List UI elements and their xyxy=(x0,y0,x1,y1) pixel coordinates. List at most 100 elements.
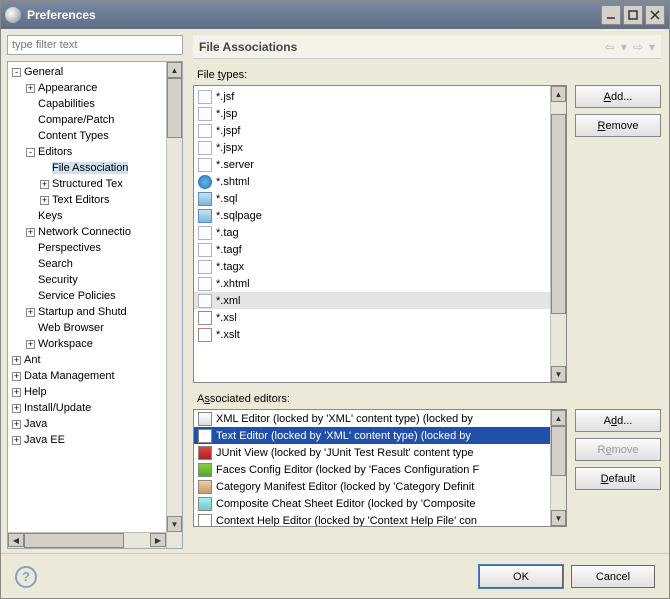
editor-item[interactable]: Composite Cheat Sheet Editor (locked by … xyxy=(194,495,566,512)
tree-item[interactable]: Perspectives xyxy=(8,240,182,256)
ok-button[interactable]: OK xyxy=(479,565,563,588)
tree-item[interactable]: Service Policies xyxy=(8,288,182,304)
editor-item[interactable]: Context Help Editor (locked by 'Context … xyxy=(194,512,566,527)
expand-icon[interactable]: + xyxy=(12,420,21,429)
expand-icon[interactable]: + xyxy=(12,356,21,365)
editor-item[interactable]: Text Editor (locked by 'XML' content typ… xyxy=(194,427,566,444)
editor-item[interactable]: XML Editor (locked by 'XML' content type… xyxy=(194,410,566,427)
expand-icon[interactable]: + xyxy=(26,340,35,349)
file-type-item[interactable]: *.sqlpage xyxy=(194,207,566,224)
preferences-tree-panel: -General+AppearanceCapabilitiesCompare/P… xyxy=(1,29,187,553)
tree-item-label: File Association xyxy=(52,162,128,174)
tree-item[interactable]: Search xyxy=(8,256,182,272)
editor-item[interactable]: Faces Config Editor (locked by 'Faces Co… xyxy=(194,461,566,478)
add-file-type-button[interactable]: Add... xyxy=(575,85,661,108)
file-type-item[interactable]: *.jsf xyxy=(194,88,566,105)
file-types-list[interactable]: *.jsf*.jsp*.jspf*.jspx*.server*.shtml*.s… xyxy=(193,85,567,383)
collapse-icon[interactable]: - xyxy=(12,68,21,77)
nav-back-menu-icon[interactable]: ▾ xyxy=(621,40,627,54)
close-button[interactable] xyxy=(645,5,665,25)
tree-item[interactable]: Security xyxy=(8,272,182,288)
tree-item[interactable]: Compare/Patch xyxy=(8,112,182,128)
expand-icon[interactable]: + xyxy=(12,372,21,381)
expand-icon[interactable]: + xyxy=(26,308,35,317)
editor-label: Context Help Editor (locked by 'Context … xyxy=(216,515,477,527)
nav-back-icon[interactable]: ⇦ xyxy=(605,40,615,54)
filter-input[interactable] xyxy=(7,35,183,55)
add-editor-button[interactable]: Add... xyxy=(575,409,661,432)
editor-icon xyxy=(198,446,212,460)
page-header: File Associations ⇦ ▾ ⇨ ▾ xyxy=(193,35,661,59)
expand-icon[interactable]: + xyxy=(12,436,21,445)
file-type-item[interactable]: *.tagx xyxy=(194,258,566,275)
file-type-label: *.jsf xyxy=(216,91,234,103)
tree-item-label: Editors xyxy=(38,146,72,158)
file-type-item[interactable]: *.xslt xyxy=(194,326,566,343)
remove-file-type-button[interactable]: Remove xyxy=(575,114,661,137)
maximize-button[interactable] xyxy=(623,5,643,25)
nav-forward-icon[interactable]: ⇨ xyxy=(633,40,643,54)
tree-item-label: Java EE xyxy=(24,434,65,446)
editors-scrollbar[interactable]: ▲ ▼ xyxy=(550,410,566,526)
file-type-item[interactable]: *.sql xyxy=(194,190,566,207)
file-type-item[interactable]: *.tag xyxy=(194,224,566,241)
tree-item[interactable]: Keys xyxy=(8,208,182,224)
editor-label: JUnit View (locked by 'JUnit Test Result… xyxy=(216,447,474,459)
tree-item[interactable]: +Java xyxy=(8,416,182,432)
file-type-item[interactable]: *.xhtml xyxy=(194,275,566,292)
tree-item-label: Data Management xyxy=(24,370,115,382)
tree-item-label: Help xyxy=(24,386,47,398)
expand-icon[interactable]: + xyxy=(12,404,21,413)
tree-item[interactable]: Web Browser xyxy=(8,320,182,336)
file-type-label: *.tagx xyxy=(216,261,244,273)
tree-item[interactable]: +Help xyxy=(8,384,182,400)
tree-item[interactable]: +Startup and Shutd xyxy=(8,304,182,320)
cancel-button[interactable]: Cancel xyxy=(571,565,655,588)
file-icon xyxy=(198,175,212,189)
file-type-item[interactable]: *.xml xyxy=(194,292,566,309)
tree-item[interactable]: +Data Management xyxy=(8,368,182,384)
tree-item[interactable]: Capabilities xyxy=(8,96,182,112)
nav-forward-menu-icon[interactable]: ▾ xyxy=(649,40,655,54)
file-icon xyxy=(198,311,212,325)
preferences-tree[interactable]: -General+AppearanceCapabilitiesCompare/P… xyxy=(8,62,182,450)
file-type-item[interactable]: *.jsp xyxy=(194,105,566,122)
help-button[interactable]: ? xyxy=(15,566,37,588)
app-icon xyxy=(5,7,21,23)
file-type-item[interactable]: *.xsl xyxy=(194,309,566,326)
editor-icon xyxy=(198,497,212,511)
file-type-item[interactable]: *.tagf xyxy=(194,241,566,258)
remove-editor-button[interactable]: Remove xyxy=(575,438,661,461)
editor-item[interactable]: Category Manifest Editor (locked by 'Cat… xyxy=(194,478,566,495)
tree-vertical-scrollbar[interactable]: ▲ ▼ xyxy=(166,62,182,548)
tree-item[interactable]: +Java EE xyxy=(8,432,182,448)
expand-icon[interactable]: + xyxy=(40,196,49,205)
tree-item[interactable]: -General xyxy=(8,64,182,80)
tree-item[interactable]: +Network Connectio xyxy=(8,224,182,240)
tree-item[interactable]: +Text Editors xyxy=(8,192,182,208)
tree-item[interactable]: +Ant xyxy=(8,352,182,368)
tree-item[interactable]: -Editors xyxy=(8,144,182,160)
file-type-item[interactable]: *.server xyxy=(194,156,566,173)
file-type-item[interactable]: *.jspx xyxy=(194,139,566,156)
minimize-button[interactable] xyxy=(601,5,621,25)
tree-item[interactable]: +Workspace xyxy=(8,336,182,352)
expand-icon[interactable]: + xyxy=(12,388,21,397)
tree-item[interactable]: +Structured Tex xyxy=(8,176,182,192)
associated-editors-list[interactable]: XML Editor (locked by 'XML' content type… xyxy=(193,409,567,527)
file-type-item[interactable]: *.jspf xyxy=(194,122,566,139)
dialog-footer: ? OK Cancel xyxy=(1,553,669,599)
expand-icon[interactable]: + xyxy=(26,84,35,93)
tree-horizontal-scrollbar[interactable]: ◀ ▶ xyxy=(8,532,166,548)
editor-item[interactable]: JUnit View (locked by 'JUnit Test Result… xyxy=(194,444,566,461)
file-types-scrollbar[interactable]: ▲ ▼ xyxy=(550,86,566,382)
collapse-icon[interactable]: - xyxy=(26,148,35,157)
tree-item[interactable]: +Install/Update xyxy=(8,400,182,416)
tree-item[interactable]: Content Types xyxy=(8,128,182,144)
expand-icon[interactable]: + xyxy=(40,180,49,189)
expand-icon[interactable]: + xyxy=(26,228,35,237)
default-editor-button[interactable]: Default xyxy=(575,467,661,490)
tree-item[interactable]: +Appearance xyxy=(8,80,182,96)
tree-item[interactable]: File Association xyxy=(8,160,182,176)
file-type-item[interactable]: *.shtml xyxy=(194,173,566,190)
